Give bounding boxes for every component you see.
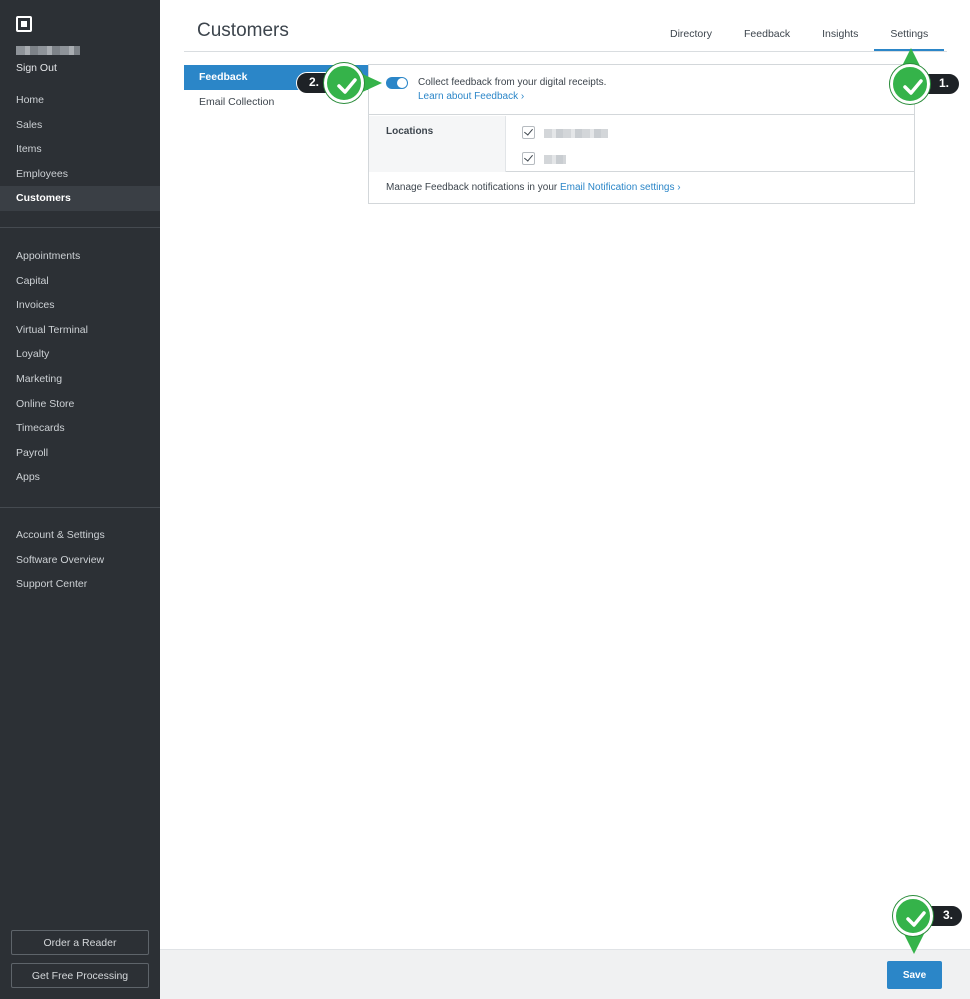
locations-label-cell: Locations bbox=[369, 116, 506, 172]
sidebar-item-payroll[interactable]: Payroll bbox=[0, 441, 160, 466]
primary-nav: Home Sales Items Employees Customers bbox=[0, 88, 160, 211]
manage-notifications-row: Manage Feedback notifications in your Em… bbox=[386, 182, 681, 193]
sidebar-item-home[interactable]: Home bbox=[0, 88, 160, 113]
sidebar-item-virtual-terminal[interactable]: Virtual Terminal bbox=[0, 318, 160, 343]
step-3-number: 3. bbox=[943, 908, 954, 922]
sidebar-item-apps[interactable]: Apps bbox=[0, 465, 160, 490]
sidebar-item-marketing[interactable]: Marketing bbox=[0, 367, 160, 392]
sidebar-item-employees[interactable]: Employees bbox=[0, 162, 160, 187]
main-content: Customers Directory Feedback Insights Se… bbox=[160, 0, 970, 999]
tab-settings[interactable]: Settings bbox=[874, 18, 945, 52]
sidebar-item-account-settings[interactable]: Account & Settings bbox=[0, 523, 160, 548]
tab-directory[interactable]: Directory bbox=[654, 18, 728, 52]
secondary-nav: Appointments Capital Invoices Virtual Te… bbox=[0, 244, 160, 490]
sidebar-item-sales[interactable]: Sales bbox=[0, 113, 160, 138]
step-1-number: 1. bbox=[939, 76, 950, 90]
learn-about-feedback-link[interactable]: Learn about Feedback › bbox=[418, 91, 524, 102]
step-3-check-icon bbox=[893, 896, 933, 936]
sidebar-item-online-store[interactable]: Online Store bbox=[0, 392, 160, 417]
header-tabs: Directory Feedback Insights Settings bbox=[654, 18, 945, 52]
email-notification-settings-link[interactable]: Email Notification settings › bbox=[560, 182, 681, 193]
account-name-redacted bbox=[16, 46, 80, 55]
page-title: Customers bbox=[197, 20, 289, 41]
save-button[interactable]: Save bbox=[887, 961, 942, 989]
feedback-settings-panel: Collect feedback from your digital recei… bbox=[368, 64, 915, 204]
tab-feedback[interactable]: Feedback bbox=[728, 18, 806, 52]
location-name-redacted bbox=[544, 155, 566, 164]
sidebar: Sign Out Home Sales Items Employees Cust… bbox=[0, 0, 160, 999]
location-checkbox[interactable] bbox=[522, 152, 535, 165]
feedback-toggle[interactable] bbox=[386, 77, 408, 89]
step-1-check-icon bbox=[890, 64, 930, 104]
feedback-toggle-row: Collect feedback from your digital recei… bbox=[369, 65, 914, 115]
free-processing-button[interactable]: Get Free Processing bbox=[11, 963, 149, 988]
location-checkbox[interactable] bbox=[522, 126, 535, 139]
collect-feedback-text: Collect feedback from your digital recei… bbox=[418, 77, 607, 88]
sidebar-divider bbox=[0, 507, 160, 508]
tab-insights[interactable]: Insights bbox=[806, 18, 874, 52]
footer-bar: Save bbox=[160, 949, 970, 999]
square-logo-icon[interactable] bbox=[16, 16, 32, 32]
locations-row: Locations bbox=[369, 116, 914, 172]
sign-out-link[interactable]: Sign Out bbox=[16, 62, 57, 74]
location-name-redacted bbox=[544, 129, 608, 138]
sidebar-item-capital[interactable]: Capital bbox=[0, 269, 160, 294]
locations-label: Locations bbox=[386, 126, 434, 137]
header-divider bbox=[184, 51, 947, 52]
sidebar-item-loyalty[interactable]: Loyalty bbox=[0, 342, 160, 367]
sidebar-item-software-overview[interactable]: Software Overview bbox=[0, 548, 160, 573]
sidebar-item-customers[interactable]: Customers bbox=[0, 186, 160, 211]
sidebar-item-items[interactable]: Items bbox=[0, 137, 160, 162]
sidebar-item-appointments[interactable]: Appointments bbox=[0, 244, 160, 269]
step-2-number: 2. bbox=[309, 75, 320, 89]
sidebar-item-invoices[interactable]: Invoices bbox=[0, 293, 160, 318]
sidebar-item-support-center[interactable]: Support Center bbox=[0, 572, 160, 597]
step-2-check-icon bbox=[324, 63, 364, 103]
sidebar-item-timecards[interactable]: Timecards bbox=[0, 416, 160, 441]
tertiary-nav: Account & Settings Software Overview Sup… bbox=[0, 523, 160, 597]
order-reader-button[interactable]: Order a Reader bbox=[11, 930, 149, 955]
sidebar-divider bbox=[0, 227, 160, 228]
manage-notifications-text: Manage Feedback notifications in your bbox=[386, 182, 560, 193]
